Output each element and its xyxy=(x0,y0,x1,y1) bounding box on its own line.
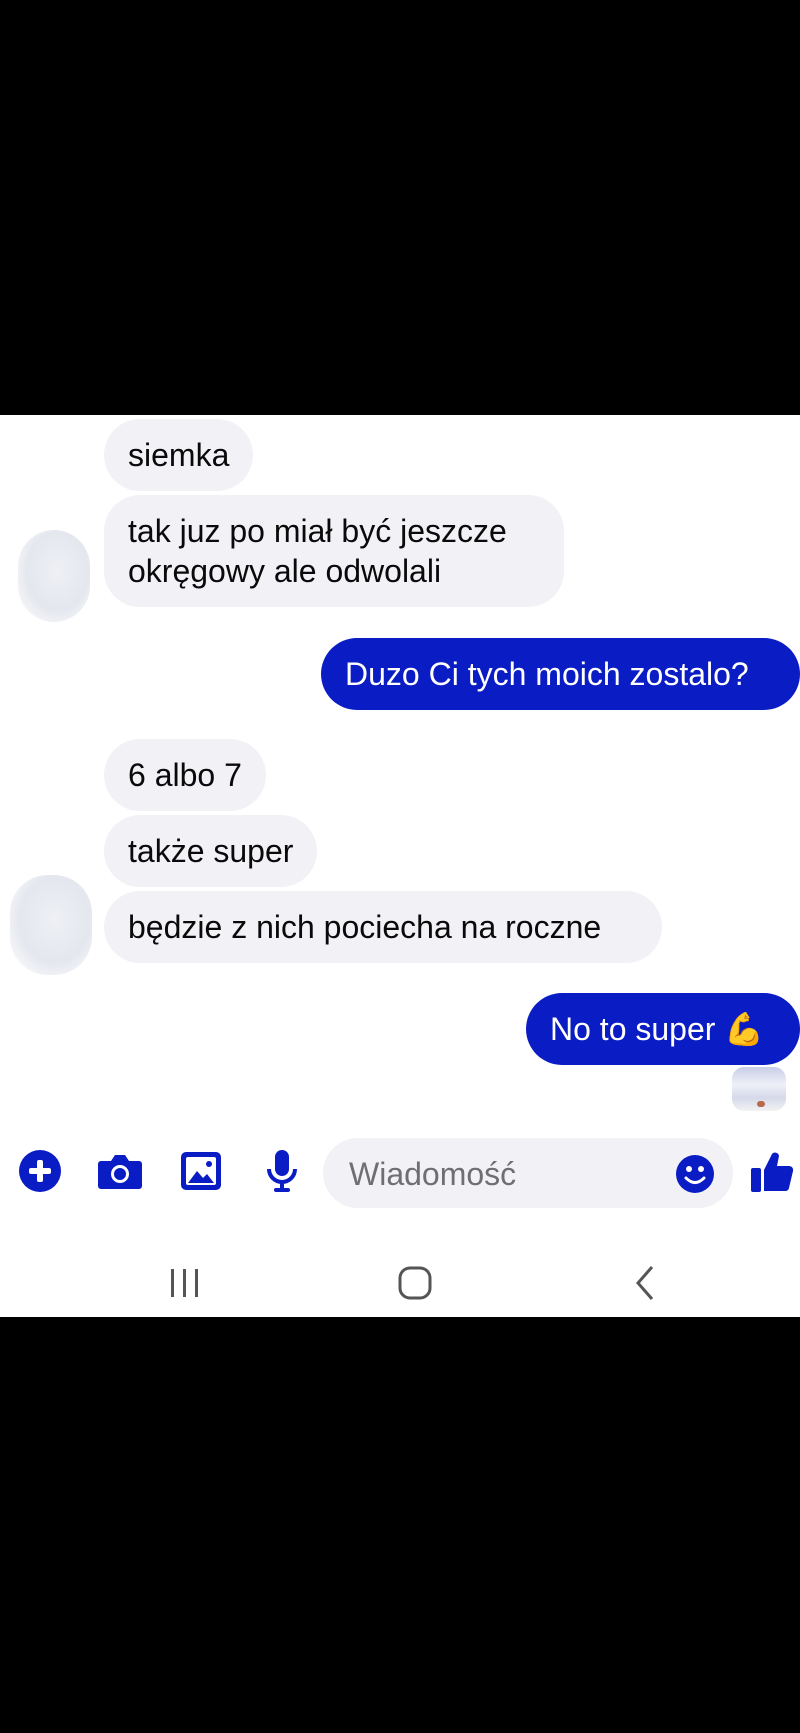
message-text: No to super 💪 xyxy=(550,1009,776,1049)
image-icon[interactable] xyxy=(177,1147,225,1195)
avatar[interactable] xyxy=(10,875,92,975)
chat-screen: siemka tak juz po miał być jeszcze okręg… xyxy=(0,415,800,1317)
message-text: siemka xyxy=(128,437,230,473)
message-incoming[interactable]: siemka xyxy=(104,419,254,491)
flexed-biceps-emoji: 💪 xyxy=(724,1011,765,1047)
message-incoming[interactable]: będzie z nich pociecha na roczne xyxy=(104,891,662,963)
message-outgoing[interactable]: No to super 💪 xyxy=(526,993,800,1065)
message-text: okręgowy ale odwolali xyxy=(128,553,442,589)
message-outgoing[interactable]: Duzo Ci tych moich zostalo? xyxy=(321,638,800,710)
message-text: 6 albo 7 xyxy=(128,757,242,793)
plus-icon[interactable] xyxy=(16,1147,64,1195)
thumbs-up-icon[interactable] xyxy=(748,1147,796,1195)
seen-receipt-avatar xyxy=(732,1067,786,1111)
message-text: będzie z nich pociecha na roczne xyxy=(128,909,602,945)
emoji-icon[interactable] xyxy=(675,1154,715,1194)
message-incoming[interactable]: tak juz po miał być jeszcze okręgowy ale… xyxy=(104,495,564,607)
camera-icon[interactable] xyxy=(96,1147,144,1195)
message-composer[interactable] xyxy=(323,1138,733,1208)
message-text-body: No to super xyxy=(550,1011,716,1047)
message-text: także super xyxy=(128,833,294,869)
message-text: tak juz po miał być jeszcze xyxy=(128,513,507,549)
microphone-icon[interactable] xyxy=(258,1147,306,1195)
message-input[interactable] xyxy=(347,1148,651,1200)
message-incoming[interactable]: 6 albo 7 xyxy=(104,739,266,811)
message-incoming[interactable]: także super xyxy=(104,815,318,887)
back-icon[interactable] xyxy=(610,1253,680,1313)
avatar[interactable] xyxy=(18,530,90,622)
message-text: Duzo Ci tych moich zostalo? xyxy=(345,656,749,692)
home-icon[interactable] xyxy=(380,1253,450,1313)
recent-apps-icon[interactable] xyxy=(150,1253,220,1313)
